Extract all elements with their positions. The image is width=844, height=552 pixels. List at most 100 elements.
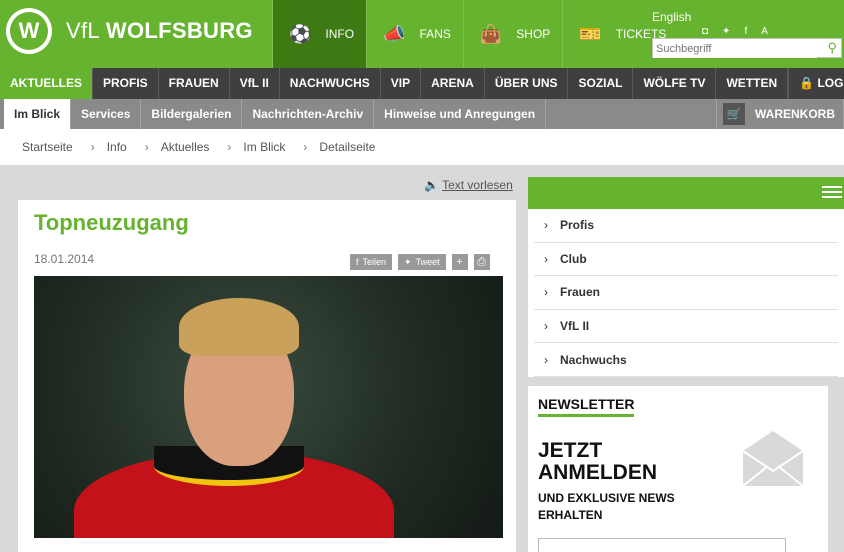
search-input[interactable] bbox=[653, 40, 817, 58]
newsletter-subline: UND EXKLUSIVE NEWS ERHALTEN bbox=[538, 491, 675, 522]
main-navigation: AKTUELLES PROFIS FRAUEN VfL II NACHWUCHS… bbox=[0, 68, 844, 99]
mainnav-vip[interactable]: VIP bbox=[381, 68, 422, 99]
breadcrumb-item: › Im Blick bbox=[209, 140, 285, 154]
read-aloud-link[interactable]: 🔈 Text vorlesen bbox=[424, 178, 513, 192]
chevron-right-icon: › bbox=[544, 251, 548, 266]
topnav-info[interactable]: ⚽ INFO bbox=[272, 0, 367, 68]
mainnav-ueber-uns[interactable]: ÜBER UNS bbox=[485, 68, 569, 99]
site-header: W VfL WOLFSBURG ⚽ INFO 📣 FANS 👜 SHOP 🎫 TI… bbox=[0, 0, 844, 68]
newsletter-headline: JETZT ANMELDEN bbox=[538, 439, 657, 484]
breadcrumb-item-label: Detailseite bbox=[319, 140, 376, 154]
share-bar: f Teilen ✦ Tweet + ⎙ bbox=[350, 254, 490, 270]
cart-label: WARENKORB bbox=[755, 107, 835, 121]
subnav-im-blick[interactable]: Im Blick bbox=[4, 99, 72, 129]
mainnav-frauen[interactable]: FRAUEN bbox=[159, 68, 230, 99]
shopping-bag-icon: 👜 bbox=[479, 23, 503, 44]
chevron-right-icon: › bbox=[90, 140, 95, 154]
topnav-info-label: INFO bbox=[325, 27, 355, 41]
facebook-share-button[interactable]: f Teilen bbox=[350, 254, 393, 270]
logo-letter: W bbox=[10, 12, 48, 50]
sidebar-item-label: VfL II bbox=[560, 319, 590, 334]
sidebar-item-profis[interactable]: › Profis bbox=[534, 209, 838, 243]
ticket-icon: 🎫 bbox=[579, 23, 602, 44]
login-label: LOGIN bbox=[817, 76, 844, 90]
breadcrumb-item: › Detailseite bbox=[285, 140, 375, 154]
chevron-right-icon: › bbox=[544, 285, 548, 300]
mainnav-wetten[interactable]: WETTEN bbox=[716, 68, 789, 99]
speaker-icon: 🔈 bbox=[424, 178, 439, 192]
mainnav-vfl-ii[interactable]: VfL II bbox=[230, 68, 280, 99]
sub-navigation: Im Blick Services Bildergalerien Nachric… bbox=[0, 99, 844, 129]
subnav-nachrichten-archiv[interactable]: Nachrichten-Archiv bbox=[242, 99, 375, 129]
article-title: Topneuzugang bbox=[34, 210, 189, 235]
brand-title: WOLFSBURG bbox=[105, 18, 253, 43]
search-icon[interactable]: ⚲ bbox=[827, 40, 837, 56]
rss-icon[interactable]: ◘ bbox=[702, 26, 722, 37]
cart-icon: 🛒 bbox=[723, 103, 745, 125]
mainnav-woelfe-tv[interactable]: WÖLFE TV bbox=[633, 68, 717, 99]
lock-icon: 🔒 bbox=[799, 76, 815, 90]
sidebar-item-vfl-ii[interactable]: › VfL II bbox=[534, 310, 838, 344]
sidebar-item-label: Club bbox=[560, 251, 587, 266]
facebook-share-label: Teilen bbox=[362, 257, 387, 267]
mainnav-profis[interactable]: PROFIS bbox=[93, 68, 159, 99]
mainnav-arena[interactable]: ARENA bbox=[421, 68, 485, 99]
font-size-icon[interactable]: A bbox=[761, 26, 782, 37]
topnav-shop[interactable]: 👜 SHOP bbox=[462, 0, 562, 68]
subnav-bildergalerien[interactable]: Bildergalerien bbox=[141, 99, 243, 129]
breadcrumb-item: › Info bbox=[73, 140, 127, 154]
cart-button[interactable]: 🛒 WARENKORB bbox=[716, 99, 844, 129]
club-logo[interactable]: W bbox=[6, 8, 52, 54]
twitter-share-button[interactable]: ✦ Tweet bbox=[398, 254, 446, 270]
megaphone-icon: 📣 bbox=[383, 23, 406, 44]
facebook-icon: f bbox=[356, 257, 359, 267]
print-icon[interactable]: ⎙ bbox=[473, 254, 490, 270]
breadcrumb-item[interactable]: Startseite bbox=[22, 140, 73, 154]
chevron-right-icon: › bbox=[544, 319, 548, 334]
sidebar-item-label: Profis bbox=[560, 218, 595, 233]
article-photo bbox=[34, 276, 503, 538]
chevron-right-icon: › bbox=[544, 218, 548, 233]
photo-hair bbox=[179, 298, 299, 356]
sidebar-item-label: Nachwuchs bbox=[560, 352, 627, 367]
topnav-fans[interactable]: 📣 FANS bbox=[366, 0, 463, 68]
soccer-ball-icon: ⚽ bbox=[289, 23, 312, 44]
brand-prefix: VfL bbox=[66, 18, 100, 43]
read-aloud-label: Text vorlesen bbox=[442, 178, 513, 192]
breadcrumb-item: › Aktuelles bbox=[127, 140, 210, 154]
sidebar-item-club[interactable]: › Club bbox=[534, 243, 838, 277]
mainnav-aktuelles[interactable]: AKTUELLES bbox=[0, 68, 93, 99]
facebook-icon[interactable]: f bbox=[744, 26, 761, 37]
twitter-icon[interactable]: ✦ bbox=[722, 26, 744, 37]
topnav-shop-label: SHOP bbox=[516, 27, 551, 41]
chevron-right-icon: › bbox=[144, 140, 149, 154]
utility-icons: ◘✦fA bbox=[702, 26, 782, 37]
twitter-bird-icon: ✦ bbox=[404, 257, 412, 267]
hamburger-menu-icon[interactable] bbox=[822, 186, 842, 201]
sidebar-header bbox=[528, 177, 844, 209]
sidebar-item-frauen[interactable]: › Frauen bbox=[534, 276, 838, 310]
language-switch[interactable]: English bbox=[652, 10, 691, 24]
mainnav-sozial[interactable]: SOZIAL bbox=[568, 68, 634, 99]
sidebar-item-label: Frauen bbox=[560, 285, 601, 300]
plus-icon[interactable]: + bbox=[451, 254, 468, 270]
breadcrumb-item-label[interactable]: Info bbox=[107, 140, 127, 154]
login-button[interactable]: 🔒 LOGIN bbox=[788, 68, 844, 99]
breadcrumb-item-label[interactable]: Aktuelles bbox=[161, 140, 210, 154]
subnav-services[interactable]: Services bbox=[71, 99, 142, 129]
brand-name[interactable]: VfL WOLFSBURG bbox=[66, 18, 253, 44]
mainnav-nachwuchs[interactable]: NACHWUCHS bbox=[280, 68, 381, 99]
top-navigation: ⚽ INFO 📣 FANS 👜 SHOP 🎫 TICKETS bbox=[272, 0, 678, 68]
sidebar-item-nachwuchs[interactable]: › Nachwuchs bbox=[534, 343, 838, 377]
article-date: 18.01.2014 bbox=[34, 252, 95, 266]
breadcrumb-item-label[interactable]: Im Blick bbox=[243, 140, 285, 154]
sidebar-menu: › Profis › Club › Frauen › VfL II › Nachwuchs bbox=[528, 209, 844, 377]
chevron-right-icon: › bbox=[544, 352, 548, 367]
newsletter-box: NEWSLETTER JETZT ANMELDEN UND EXKLUSIVE … bbox=[528, 386, 828, 552]
twitter-share-label: Tweet bbox=[415, 257, 440, 267]
topnav-fans-label: FANS bbox=[419, 27, 451, 41]
envelope-icon bbox=[742, 431, 804, 487]
subnav-hinweise[interactable]: Hinweise und Anregungen bbox=[374, 99, 547, 129]
chevron-right-icon: › bbox=[227, 140, 232, 154]
newsletter-email-input[interactable] bbox=[538, 538, 786, 552]
